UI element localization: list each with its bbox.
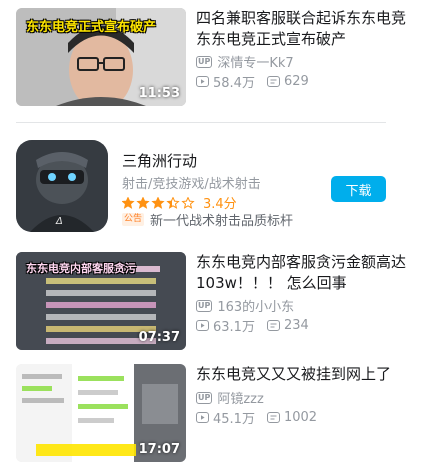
svg-text:Δ: Δ (55, 216, 63, 227)
stats-row: 45.1万 1002 (196, 408, 329, 427)
play-count-icon (196, 411, 209, 424)
comment-icon (266, 319, 280, 332)
video-card[interactable]: 17:07 东东电竞又又又被挂到网上了 UP 阿镜zzz 45.1万 1002 (16, 364, 411, 462)
uploader-row[interactable]: UP 163的小小东 (196, 296, 294, 315)
comment-icon (266, 411, 280, 424)
star-icon (151, 196, 165, 209)
video-thumbnail[interactable]: 东东电竞正式宣布破产 11:53 (16, 8, 186, 106)
video-thumbnail[interactable]: 东东电竞内部客服贪污 07:37 (16, 252, 186, 350)
up-badge: UP (196, 391, 213, 404)
video-duration: 11:53 (138, 86, 180, 101)
uploader-row[interactable]: UP 阿镜zzz (196, 388, 264, 407)
app-name[interactable]: 三角洲行动 (122, 150, 197, 171)
video-title[interactable]: 四名兼职客服联合起诉东东电竞 东东电竞正式宣布破产 (196, 8, 408, 50)
thumbnail-caption: 东东电竞正式宣布破产 (26, 20, 157, 35)
up-badge: UP (196, 55, 213, 68)
stats-row: 58.4万 629 (196, 72, 321, 91)
notice-tag: 公告 (122, 213, 145, 226)
divider (16, 122, 386, 123)
uploader-name[interactable]: 阿镜zzz (217, 388, 263, 407)
star-icon (181, 196, 195, 209)
video-title[interactable]: 东东电竞又又又被挂到网上了 (196, 364, 408, 385)
notice-text: 新一代战术射击品质标杆 (150, 214, 294, 229)
app-icon[interactable]: Δ (16, 140, 108, 232)
app-tags: 射击/竞技游戏/战术射击 (122, 177, 261, 192)
app-notice: 公告 新一代战术射击品质标杆 (122, 210, 293, 229)
star-icon (166, 196, 180, 209)
video-title[interactable]: 东东电竞内部客服贪污金额高达103w！！！ 怎么回事 (196, 252, 408, 294)
uploader-name[interactable]: 深情专一Kk7 (217, 52, 293, 71)
view-count: 58.4万 (213, 76, 255, 91)
rating-stars (122, 196, 195, 209)
video-duration: 17:07 (138, 442, 180, 457)
play-count-icon (196, 319, 209, 332)
download-button[interactable]: 下载 (331, 176, 386, 202)
comment-count: 234 (283, 318, 309, 333)
app-ad-card[interactable]: Δ 三角洲行动 射击/竞技游戏/战术射击 3.4分 公告 新一代战术射击品质标杆… (16, 140, 411, 232)
video-feed: 东东电竞正式宣布破产 11:53 四名兼职客服联合起诉东东电竞 东东电竞正式宣布… (0, 0, 427, 468)
star-icon (122, 196, 135, 209)
video-duration: 07:37 (138, 330, 180, 345)
play-count-icon (196, 75, 209, 88)
star-icon (136, 196, 150, 209)
uploader-row[interactable]: UP 深情专一Kk7 (196, 52, 294, 71)
uploader-name[interactable]: 163的小小东 (217, 296, 294, 315)
view-count: 45.1万 (213, 412, 255, 427)
comment-count: 629 (283, 74, 309, 89)
video-card[interactable]: 东东电竞正式宣布破产 11:53 四名兼职客服联合起诉东东电竞 东东电竞正式宣布… (16, 8, 411, 106)
view-count: 63.1万 (213, 320, 255, 335)
video-card[interactable]: 东东电竞内部客服贪污 07:37 东东电竞内部客服贪污金额高达103w！！！ 怎… (16, 252, 411, 350)
video-thumbnail[interactable]: 17:07 (16, 364, 186, 462)
comment-icon (266, 75, 280, 88)
up-badge: UP (196, 299, 213, 312)
comment-count: 1002 (283, 410, 318, 425)
thumbnail-caption: 东东电竞内部客服贪污 (26, 262, 136, 275)
stats-row: 63.1万 234 (196, 316, 321, 335)
